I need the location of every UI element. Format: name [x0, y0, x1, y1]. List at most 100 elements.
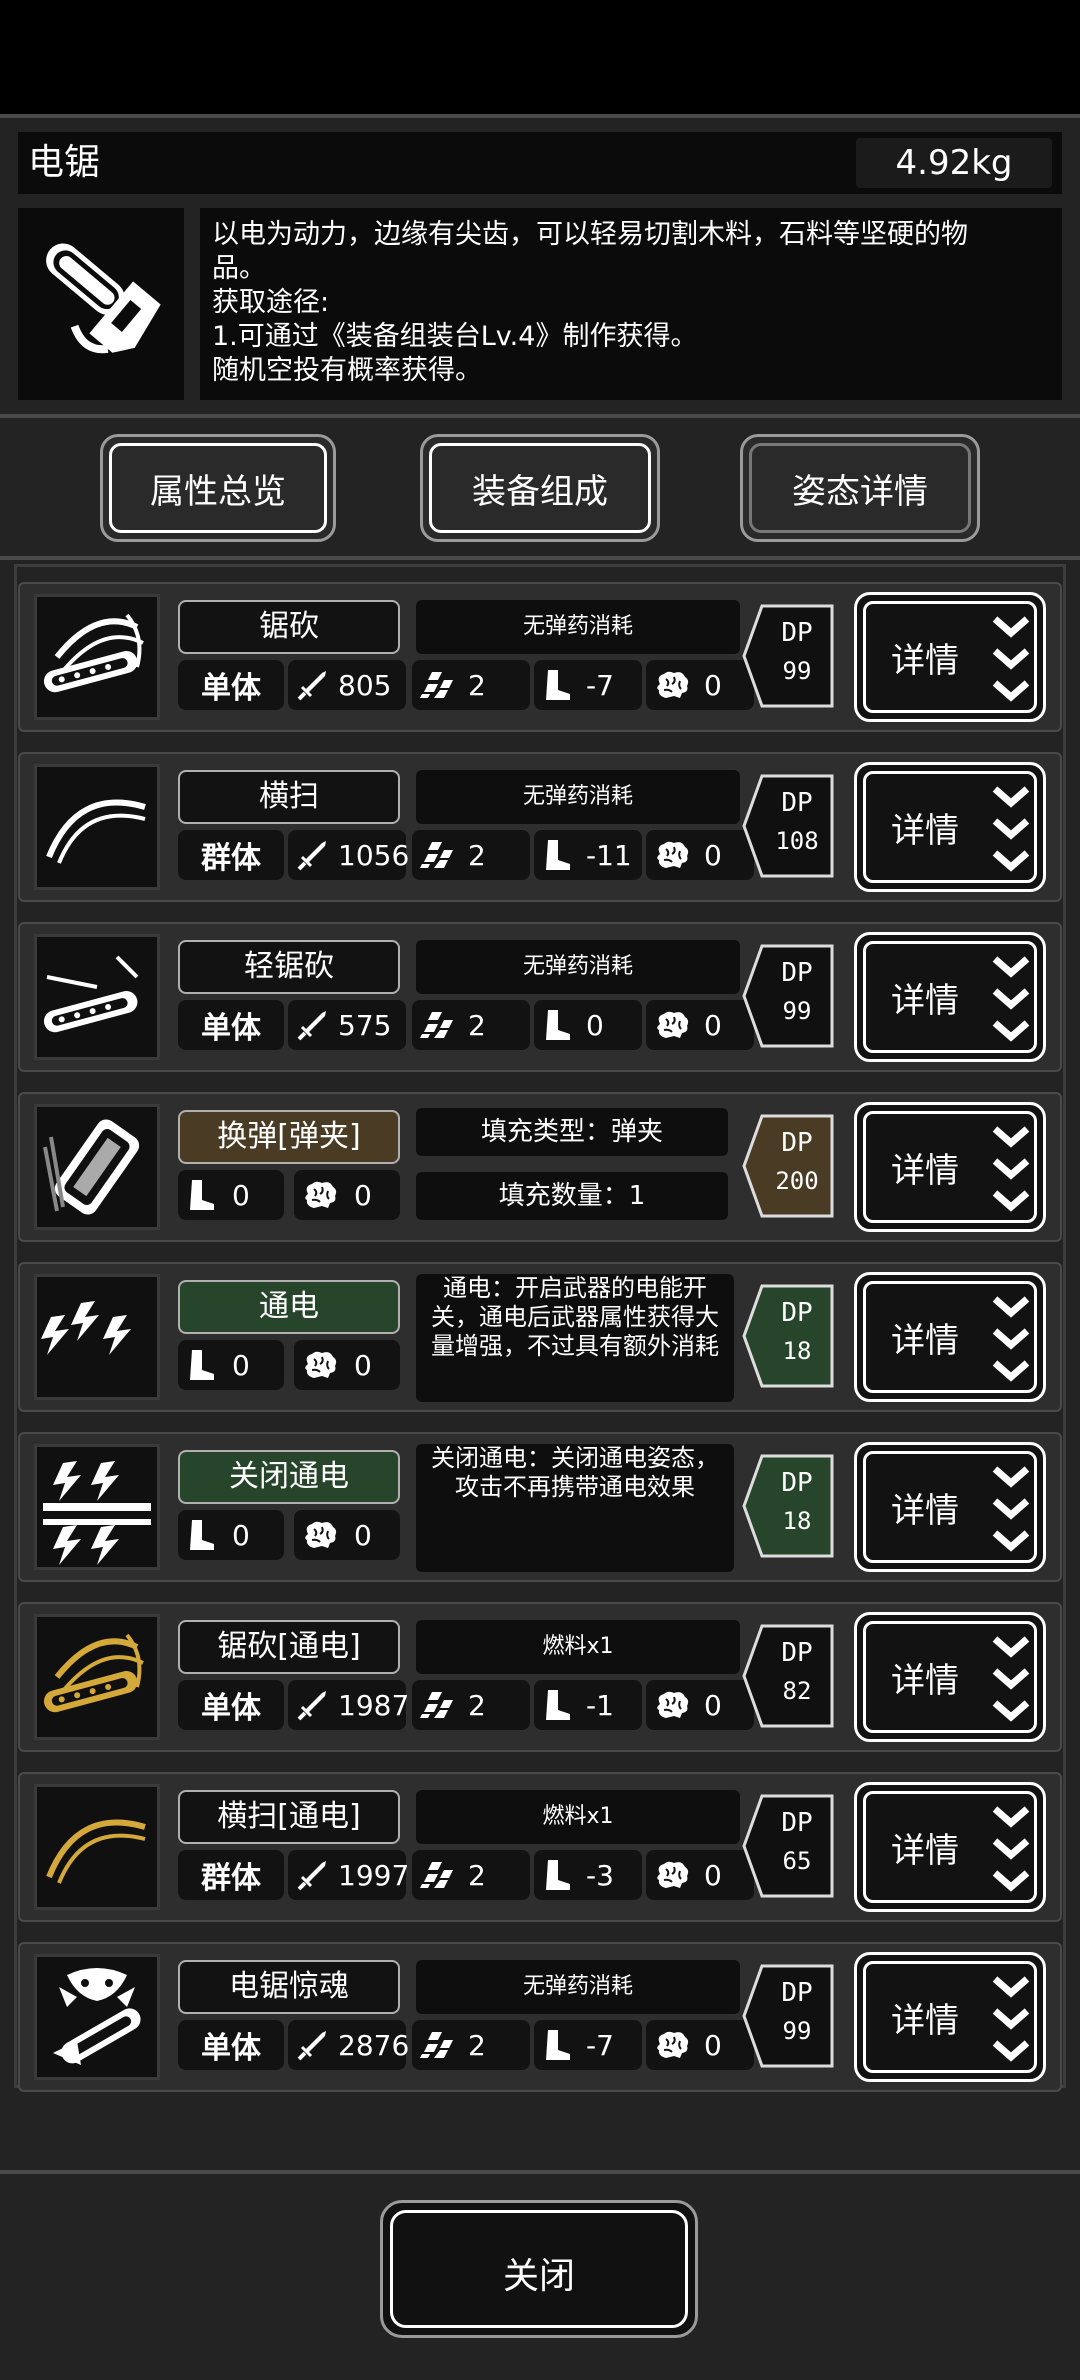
speed-value: 2	[468, 2028, 486, 2062]
description-line: 获取途径:	[212, 287, 330, 318]
tab-attribute-overview[interactable]: 属性总览	[100, 434, 336, 542]
dp-value: 99	[782, 997, 812, 1025]
detail-label: 详情	[891, 1491, 959, 1531]
dp-badge: DP 99	[740, 1962, 836, 2070]
speed-icon	[420, 1862, 453, 1888]
brain-icon	[657, 2031, 689, 2058]
brain-icon	[305, 1351, 337, 1378]
skill-icon-frame	[34, 594, 160, 720]
dp-value: 65	[782, 1847, 812, 1875]
close-button[interactable]: 关闭	[380, 2200, 698, 2338]
target-type-label: 群体	[201, 1861, 261, 1896]
speed-stat: 2	[412, 1680, 530, 1730]
skill-name: 关闭通电	[178, 1450, 400, 1504]
mind-stat: 0	[646, 2020, 754, 2070]
reload-magazine-icon	[37, 1119, 157, 1231]
detail-label: 详情	[891, 1831, 959, 1871]
ammo-cost: 无弹药消耗	[416, 600, 740, 654]
skill-name: 通电	[178, 1280, 400, 1334]
attack-stat: 1056	[288, 830, 409, 880]
move-stat: 0	[178, 1510, 284, 1560]
tab-stance-details[interactable]: 姿态详情	[740, 434, 980, 542]
detail-button[interactable]: 详情	[854, 1442, 1046, 1572]
description-line: 以电为动力，边缘有尖齿，可以轻易切割木料，石料等坚硬的物	[212, 219, 968, 250]
chevron-down-icon	[992, 1296, 1030, 1382]
move-stat: -7	[534, 660, 642, 710]
skill-row: 关闭通电 关闭通电：关闭通电姿态，攻击不再携带通电效果 0 0 DP 18 详情	[18, 1432, 1062, 1582]
chevron-down-icon	[992, 1126, 1030, 1212]
target-type: 单体	[178, 660, 284, 710]
detail-button[interactable]: 详情	[854, 1102, 1046, 1232]
chainsaw-icon	[46, 243, 161, 354]
dp-badge: DP 99	[740, 942, 836, 1050]
mind-stat: 0	[646, 1680, 754, 1730]
detail-label: 详情	[891, 2001, 959, 2041]
mind-stat: 0	[646, 1850, 754, 1900]
target-type: 单体	[178, 2020, 284, 2070]
detail-button[interactable]: 详情	[854, 1272, 1046, 1402]
move-stat: 0	[178, 1170, 284, 1220]
mind-stat: 0	[294, 1170, 400, 1220]
attack-stat: 2876	[288, 2020, 409, 2070]
item-description: 以电为动力，边缘有尖齿，可以轻易切割木料，石料等坚硬的物 品。 获取途径: 1.…	[200, 208, 1062, 400]
dp-label: DP	[781, 618, 813, 648]
speed-value: 2	[468, 1008, 486, 1042]
move-value: 0	[232, 1348, 250, 1382]
attack-value: 575	[338, 1008, 392, 1042]
detail-label: 详情	[891, 981, 959, 1021]
speed-icon	[420, 672, 453, 698]
dp-badge: DP 65	[740, 1792, 836, 1900]
brain-icon	[305, 1521, 337, 1548]
detail-button[interactable]: 详情	[854, 592, 1046, 722]
tab-equipment-composition[interactable]: 装备组成	[420, 434, 660, 542]
detail-label: 详情	[891, 1321, 959, 1361]
brain-icon	[657, 671, 689, 698]
chevron-down-icon	[992, 1466, 1030, 1552]
detail-button[interactable]: 详情	[854, 762, 1046, 892]
dp-value: 18	[782, 1507, 812, 1535]
sword-icon	[297, 2031, 326, 2061]
target-type-label: 单体	[201, 1011, 261, 1046]
target-type-label: 群体	[201, 841, 261, 876]
boot-icon	[546, 2030, 570, 2060]
detail-label: 详情	[891, 641, 959, 681]
skill-row: 电锯惊魂 无弹药消耗 单体 2876 2 -7 0 DP 99 详情	[18, 1942, 1062, 2092]
description-line: 品。	[212, 253, 266, 284]
ammo-cost: 无弹药消耗	[416, 770, 740, 824]
chevron-down-icon	[992, 616, 1030, 702]
ammo-cost: 燃料x1	[416, 1620, 740, 1674]
attack-value: 1987	[338, 1688, 410, 1722]
tab-label: 装备组成	[472, 471, 608, 512]
divider	[0, 2170, 1080, 2174]
chevron-down-icon	[992, 956, 1030, 1042]
skill-row: 锯砍[通电] 燃料x1 单体 1987 2 -1 0 DP 82 详情	[18, 1602, 1062, 1752]
dp-value: 99	[782, 657, 812, 685]
dp-label: DP	[781, 1128, 813, 1158]
brain-icon	[657, 1691, 689, 1718]
detail-button[interactable]: 详情	[854, 1782, 1046, 1912]
item-name: 电锯	[28, 142, 101, 183]
target-type: 单体	[178, 1000, 284, 1050]
skill-row: 横扫 无弹药消耗 群体 1056 2 -11 0 DP 108 详情	[18, 752, 1062, 902]
divider	[0, 414, 1080, 418]
skill-icon-frame	[34, 764, 160, 890]
speed-stat: 2	[412, 830, 530, 880]
move-value: -11	[586, 838, 632, 872]
dp-label: DP	[781, 1808, 813, 1838]
move-stat: -1	[534, 1680, 642, 1730]
detail-button[interactable]: 详情	[854, 1612, 1046, 1742]
dp-badge: DP 82	[740, 1622, 836, 1730]
detail-button[interactable]: 详情	[854, 1952, 1046, 2082]
skill-icon-frame	[34, 1104, 160, 1230]
sword-icon	[297, 1861, 326, 1891]
mind-stat: 0	[646, 1000, 754, 1050]
move-value: -7	[586, 2028, 614, 2062]
powered-sweep-icon	[37, 1819, 157, 1911]
brain-icon	[657, 1861, 689, 1888]
detail-button[interactable]: 详情	[854, 932, 1046, 1062]
speed-icon	[420, 842, 453, 868]
detail-label: 详情	[891, 1151, 959, 1191]
move-value: 0	[232, 1178, 250, 1212]
speed-icon	[420, 1012, 453, 1038]
skill-row: 轻锯砍 无弹药消耗 单体 575 2 0 0 DP 99 详情	[18, 922, 1062, 1072]
